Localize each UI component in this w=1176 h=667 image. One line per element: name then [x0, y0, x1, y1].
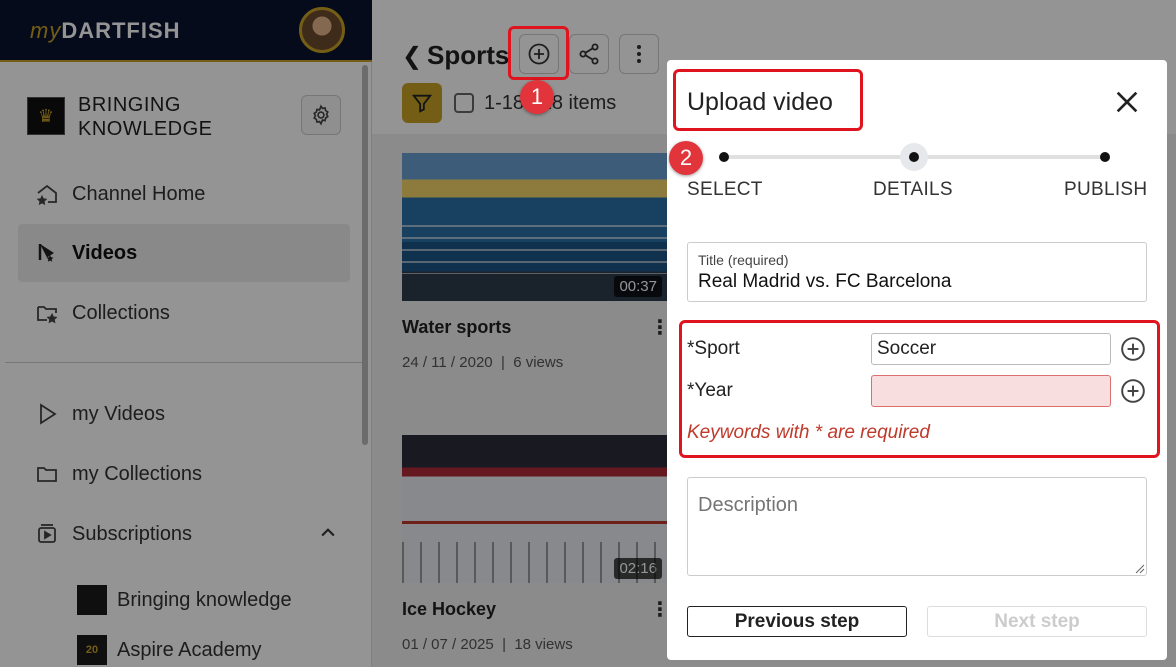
step-dot-publish: [1100, 152, 1110, 162]
description-field[interactable]: [687, 477, 1147, 576]
step-label-publish: PUBLISH: [1064, 179, 1148, 200]
annotation-badge-2: 2: [669, 141, 703, 175]
close-icon[interactable]: [1111, 86, 1143, 118]
title-field-value[interactable]: Real Madrid vs. FC Barcelona: [698, 271, 1136, 293]
highlight-dialog-title: [673, 69, 863, 131]
annotation-badge-1: 1: [520, 80, 554, 114]
title-field-label: Title (required): [698, 252, 789, 268]
title-field[interactable]: Title (required) Real Madrid vs. FC Barc…: [687, 242, 1147, 302]
resize-grip-icon[interactable]: [1135, 564, 1145, 574]
next-step-button[interactable]: Next step: [927, 606, 1147, 637]
step-dot-details: [900, 143, 928, 171]
step-label-select: SELECT: [687, 179, 763, 200]
previous-step-button[interactable]: Previous step: [687, 606, 907, 637]
step-label-details: DETAILS: [873, 179, 953, 200]
step-dot-select: [719, 152, 729, 162]
highlight-add-button: [508, 26, 569, 80]
highlight-keywords: [679, 320, 1160, 458]
